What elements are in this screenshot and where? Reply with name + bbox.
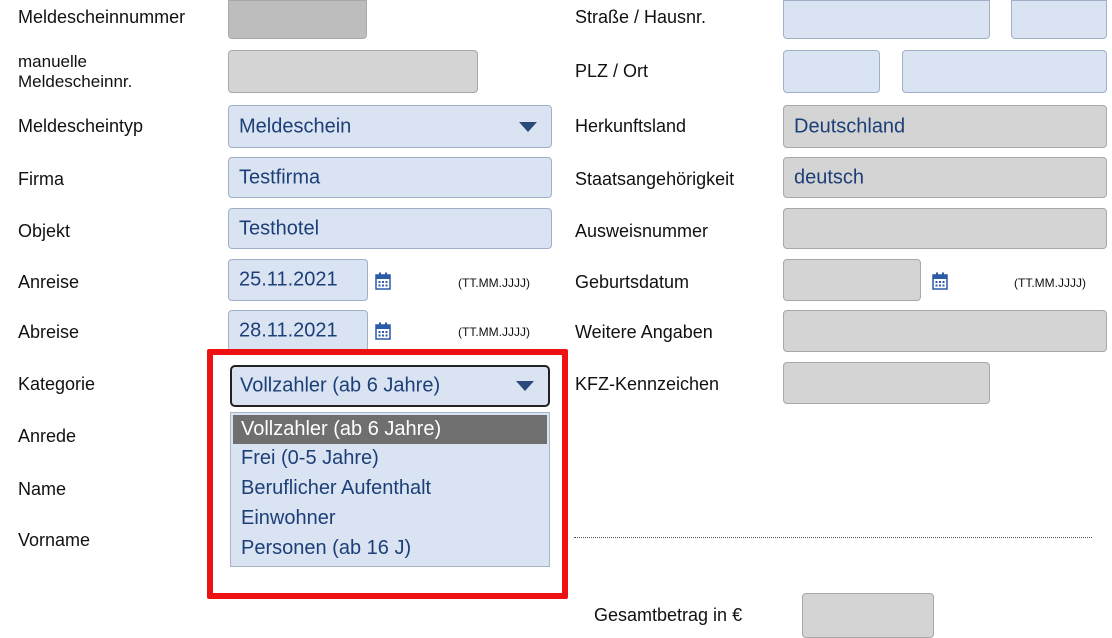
calendar-icon[interactable] xyxy=(932,272,948,290)
staatsangehoerigkeit-value: deutsch xyxy=(794,166,865,188)
hausnr-input[interactable] xyxy=(1011,0,1107,39)
manuelle-meldescheinnr-input[interactable] xyxy=(228,50,478,93)
label-abreise: Abreise xyxy=(18,322,80,342)
abreise-date-input[interactable]: 28.11.2021 xyxy=(228,310,368,352)
anreise-date-input[interactable]: 25.11.2021 xyxy=(228,259,368,301)
firma-value: Testfirma xyxy=(239,166,321,188)
gesamtbetrag-field xyxy=(802,593,934,638)
herkunftsland-field[interactable]: Deutschland xyxy=(783,105,1107,148)
calendar-icon[interactable] xyxy=(375,272,391,290)
geburtsdatum-input[interactable] xyxy=(783,259,921,301)
meldescheintyp-value: Meldeschein xyxy=(239,115,352,137)
label-manuelle-line2: Meldescheinnr. xyxy=(18,72,133,91)
label-name: Name xyxy=(18,479,67,499)
anreise-value: 25.11.2021 xyxy=(239,268,338,291)
weitere-angaben-input[interactable] xyxy=(783,310,1107,352)
herkunftsland-value: Deutschland xyxy=(794,115,906,137)
geburtsdatum-format-hint: (TT.MM.JJJJ) xyxy=(1014,276,1086,290)
abreise-format-hint: (TT.MM.JJJJ) xyxy=(458,325,530,339)
label-meldescheinnummer: Meldescheinnummer xyxy=(18,7,186,27)
objekt-value: Testhotel xyxy=(239,217,320,239)
label-geburtsdatum: Geburtsdatum xyxy=(575,272,690,292)
firma-input[interactable]: Testfirma xyxy=(228,157,552,198)
label-objekt: Objekt xyxy=(18,221,71,241)
strasse-input[interactable] xyxy=(783,0,990,39)
meldescheintyp-select[interactable]: Meldeschein xyxy=(228,105,552,148)
ort-input[interactable] xyxy=(902,50,1107,93)
label-gesamtbetrag: Gesamtbetrag in € xyxy=(594,605,743,625)
meldescheinnummer-field xyxy=(228,0,367,39)
label-herkunftsland: Herkunftsland xyxy=(575,116,687,136)
label-meldescheintyp: Meldescheintyp xyxy=(18,116,144,136)
divider xyxy=(574,537,1092,538)
label-anreise: Anreise xyxy=(18,272,80,292)
plz-input[interactable] xyxy=(783,50,880,93)
abreise-value: 28.11.2021 xyxy=(239,319,338,342)
anreise-format-hint: (TT.MM.JJJJ) xyxy=(458,276,530,290)
kfz-kennzeichen-input[interactable] xyxy=(783,362,990,404)
label-plz-ort: PLZ / Ort xyxy=(575,61,649,81)
label-firma: Firma xyxy=(18,169,64,189)
label-manuelle-line1: manuelle xyxy=(18,52,87,71)
label-strasse: Straße / Hausnr. xyxy=(575,7,707,27)
ausweisnummer-input[interactable] xyxy=(783,208,1107,249)
label-kategorie: Kategorie xyxy=(18,374,96,394)
objekt-input[interactable]: Testhotel xyxy=(228,208,552,249)
label-anrede: Anrede xyxy=(18,426,77,446)
chevron-down-icon xyxy=(505,106,551,147)
label-staatsangehoerigkeit: Staatsangehörigkeit xyxy=(575,169,735,189)
label-weitere-angaben: Weitere Angaben xyxy=(575,322,713,342)
label-ausweisnummer: Ausweisnummer xyxy=(575,221,709,241)
calendar-icon[interactable] xyxy=(375,322,391,340)
red-highlight-box xyxy=(207,349,568,599)
staatsangehoerigkeit-field[interactable]: deutsch xyxy=(783,157,1107,198)
label-kfz-kennzeichen: KFZ-Kennzeichen xyxy=(575,374,720,394)
label-vorname: Vorname xyxy=(18,530,91,550)
